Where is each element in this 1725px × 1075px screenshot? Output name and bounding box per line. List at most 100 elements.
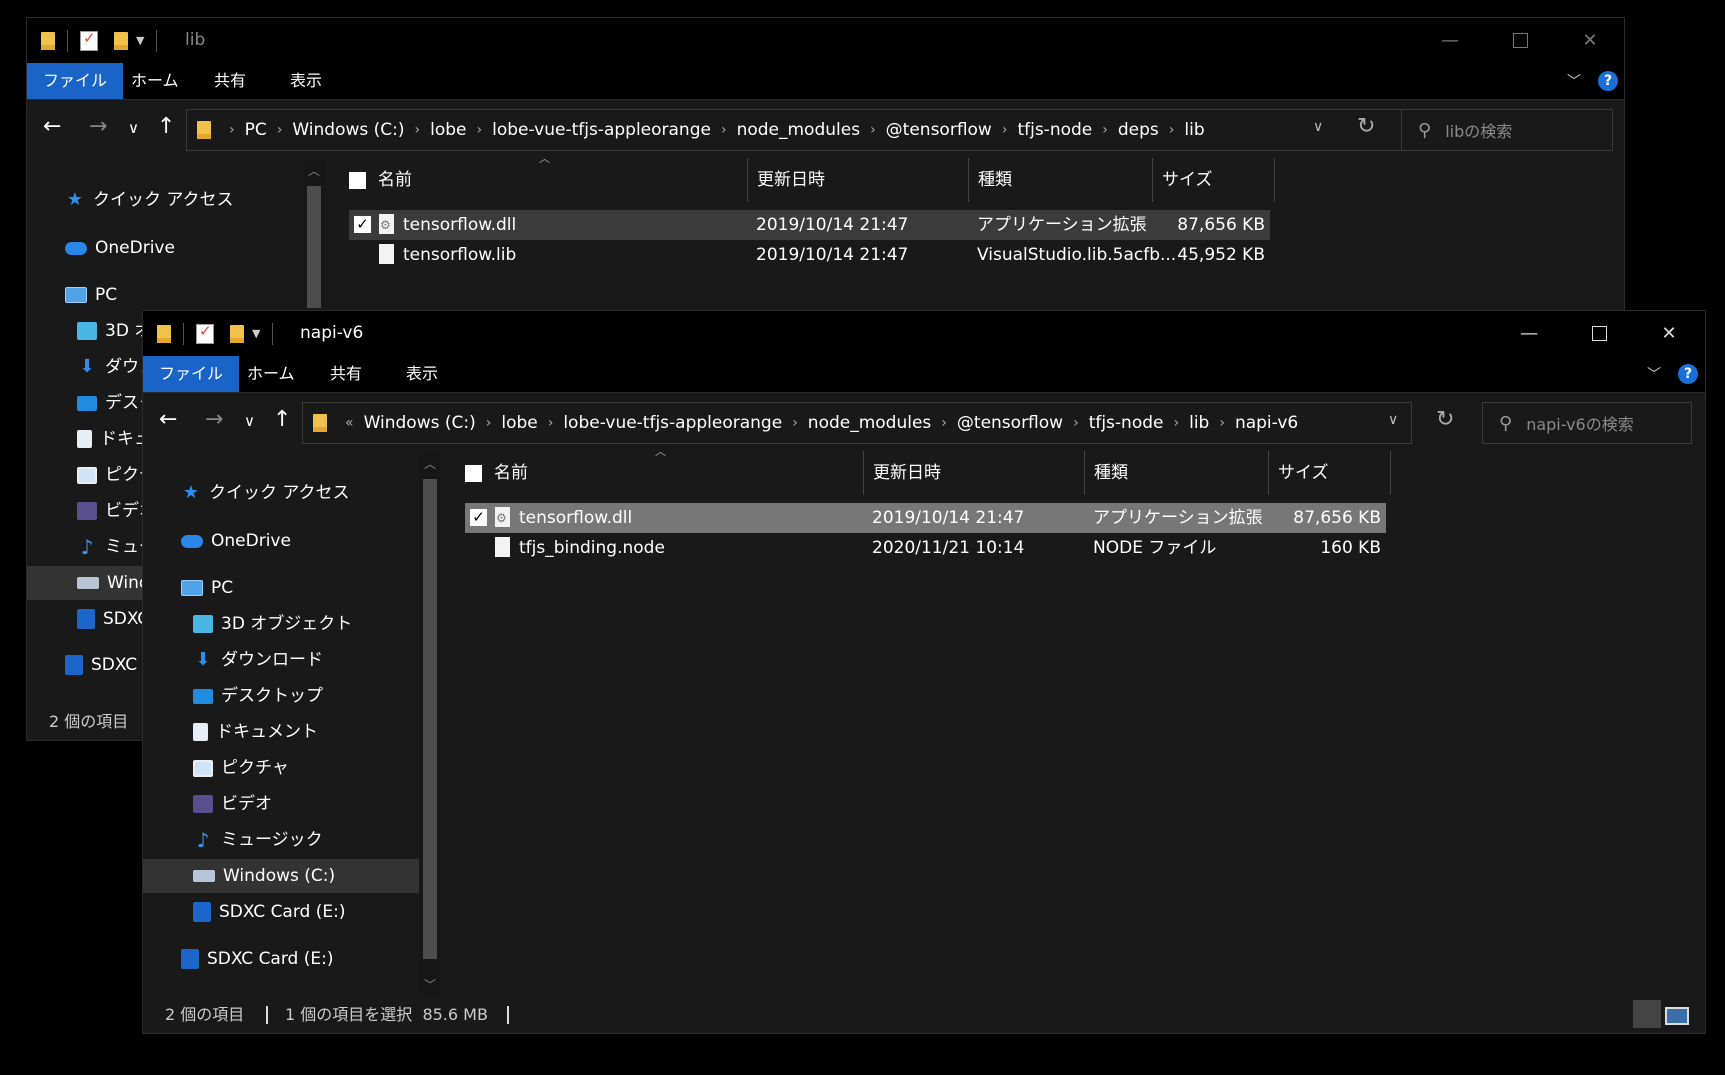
address-dropdown-icon[interactable]: ∨ xyxy=(1313,119,1323,135)
nav-item-pc[interactable]: PC xyxy=(65,278,117,312)
scroll-down-icon[interactable]: ﹀ xyxy=(419,976,441,993)
forward-arrow-icon[interactable]: → xyxy=(205,407,223,432)
column-header-size[interactable]: サイズ xyxy=(1162,158,1213,202)
help-icon[interactable]: ? xyxy=(1598,71,1618,91)
nav-item-sdxc-card[interactable]: SDXC xyxy=(77,602,149,636)
tab-home[interactable]: ホーム xyxy=(115,63,195,99)
tab-share[interactable]: 共有 xyxy=(314,356,378,392)
ribbon-expand-icon[interactable]: ﹀ xyxy=(1567,71,1581,91)
breadcrumb-item[interactable]: lib xyxy=(1189,413,1209,433)
tab-share[interactable]: 共有 xyxy=(198,63,262,99)
file-row[interactable]: ✓ tensorflow.dll 2019/10/14 21:47 アプリケーシ… xyxy=(349,210,1270,240)
nav-item-sdxc-card-root[interactable]: SDXC Card (E:) xyxy=(181,942,333,976)
nav-item-pc[interactable]: PC xyxy=(181,571,233,605)
address-bar[interactable]: › PC › Windows (C:) › lobe › lobe-vue-tfjs-… xyxy=(186,109,1415,151)
breadcrumb-item[interactable]: napi-v6 xyxy=(1235,413,1298,433)
nav-item-onedrive[interactable]: OneDrive xyxy=(65,231,175,265)
file-row[interactable]: tensorflow.lib 2019/10/14 21:47 VisualSt… xyxy=(349,240,1270,270)
search-box[interactable]: ⚲ napi-v6の検索 xyxy=(1482,402,1692,444)
nav-item-desktop[interactable]: デスクトップ xyxy=(193,679,323,713)
refresh-icon[interactable]: ↻ xyxy=(1436,407,1454,432)
file-row[interactable]: tfjs_binding.node 2020/11/21 10:14 NODE … xyxy=(465,533,1386,563)
nav-item-windows-drive[interactable]: Windows (C:) xyxy=(143,859,419,893)
details-view-icon[interactable] xyxy=(1633,1000,1661,1028)
tab-view[interactable]: 表示 xyxy=(390,356,454,392)
close-button[interactable]: ✕ xyxy=(1634,311,1704,356)
address-dropdown-icon[interactable]: ∨ xyxy=(1388,412,1398,428)
column-header-size[interactable]: サイズ xyxy=(1278,451,1329,495)
breadcrumb-item[interactable]: deps xyxy=(1118,120,1159,140)
select-all-checkbox[interactable] xyxy=(349,172,366,189)
recent-locations-icon[interactable]: ∨ xyxy=(244,412,255,430)
customize-toolbar-icon[interactable]: ▼ xyxy=(252,327,260,340)
scrollbar-thumb[interactable] xyxy=(307,186,321,308)
refresh-icon[interactable]: ↻ xyxy=(1357,114,1375,139)
nav-item-documents[interactable]: ドキュ xyxy=(77,422,151,456)
breadcrumb-item[interactable]: lobe xyxy=(501,413,537,433)
breadcrumb-item[interactable]: tfjs-node xyxy=(1089,413,1164,433)
properties-icon[interactable] xyxy=(80,29,98,51)
breadcrumb-item[interactable]: node_modules xyxy=(737,120,861,140)
breadcrumb-item[interactable]: Windows (C:) xyxy=(292,120,404,140)
nav-item-3d-objects[interactable]: 3D オブジェクト xyxy=(193,607,352,641)
back-arrow-icon[interactable]: ← xyxy=(43,114,61,139)
breadcrumb-item[interactable]: lobe xyxy=(430,120,466,140)
nav-item-documents[interactable]: ドキュメント xyxy=(193,715,318,749)
breadcrumb-item[interactable]: PC xyxy=(245,120,267,140)
ribbon-expand-icon[interactable]: ﹀ xyxy=(1647,364,1661,384)
column-header-date[interactable]: 更新日時 xyxy=(757,158,825,202)
column-header-type[interactable]: 種類 xyxy=(978,158,1012,202)
row-checkbox[interactable]: ✓ xyxy=(354,216,371,233)
scroll-up-icon[interactable]: ︿ xyxy=(303,162,325,179)
properties-icon[interactable] xyxy=(196,322,214,344)
nav-item-pictures[interactable]: ピクチャ xyxy=(193,751,289,785)
breadcrumb-item[interactable]: @tensorflow xyxy=(886,120,992,140)
nav-item-quick-access[interactable]: ★ クイック アクセス xyxy=(65,183,234,217)
back-arrow-icon[interactable]: ← xyxy=(159,407,177,432)
tab-file[interactable]: ファイル xyxy=(143,356,240,392)
breadcrumb-item[interactable]: lobe-vue-tfjs-appleorange xyxy=(563,413,782,433)
breadcrumb-item[interactable]: node_modules xyxy=(808,413,932,433)
column-header-date[interactable]: 更新日時 xyxy=(873,451,941,495)
minimize-button[interactable]: — xyxy=(1494,311,1564,356)
tab-file[interactable]: ファイル xyxy=(27,63,124,99)
column-header-type[interactable]: 種類 xyxy=(1094,451,1128,495)
maximize-button[interactable] xyxy=(1485,18,1555,63)
select-all-checkbox[interactable] xyxy=(465,465,482,482)
up-arrow-icon[interactable]: ↑ xyxy=(157,114,175,139)
breadcrumb-item[interactable]: lib xyxy=(1184,120,1204,140)
large-icons-view-icon[interactable] xyxy=(1665,1007,1689,1025)
tab-home[interactable]: ホーム xyxy=(231,356,311,392)
scroll-up-icon[interactable]: ︿ xyxy=(419,455,441,472)
tab-view[interactable]: 表示 xyxy=(274,63,338,99)
nav-item-onedrive[interactable]: OneDrive xyxy=(181,524,291,558)
nav-scrollbar[interactable]: ︿ xyxy=(303,158,325,308)
row-checkbox[interactable]: ✓ xyxy=(470,509,487,526)
nav-scrollbar[interactable]: ︿ ﹀ xyxy=(419,451,441,997)
up-arrow-icon[interactable]: ↑ xyxy=(273,407,291,432)
recent-locations-icon[interactable]: ∨ xyxy=(128,119,139,137)
column-header-name[interactable]: 名前 xyxy=(494,451,528,495)
breadcrumb-item[interactable]: tfjs-node xyxy=(1017,120,1092,140)
file-row[interactable]: ✓ tensorflow.dll 2019/10/14 21:47 アプリケーシ… xyxy=(465,503,1386,533)
nav-item-quick-access[interactable]: ★ クイック アクセス xyxy=(181,476,350,510)
help-icon[interactable]: ? xyxy=(1678,364,1698,384)
minimize-button[interactable]: — xyxy=(1415,18,1485,63)
breadcrumb-item[interactable]: Windows (C:) xyxy=(364,413,476,433)
nav-item-music[interactable]: ♪ ミュージック xyxy=(193,823,323,857)
breadcrumb-item[interactable]: lobe-vue-tfjs-appleorange xyxy=(492,120,711,140)
close-button[interactable]: ✕ xyxy=(1555,18,1624,63)
column-header-name[interactable]: 名前 xyxy=(378,158,412,202)
nav-item-sdxc-card-root[interactable]: SDXC xyxy=(65,648,137,682)
nav-item-downloads[interactable]: ⬇ ダウンロード xyxy=(193,643,323,677)
new-folder-icon[interactable] xyxy=(114,31,128,50)
maximize-button[interactable] xyxy=(1564,311,1634,356)
nav-item-videos[interactable]: ビデオ xyxy=(193,787,272,821)
scrollbar-thumb[interactable] xyxy=(423,479,437,959)
breadcrumb-item[interactable]: @tensorflow xyxy=(957,413,1063,433)
address-bar[interactable]: « Windows (C:) › lobe › lobe-vue-tfjs-appl… xyxy=(302,402,1412,444)
nav-item-3d-objects[interactable]: 3D オ xyxy=(77,314,151,348)
nav-item-sdxc-card[interactable]: SDXC Card (E:) xyxy=(193,895,345,929)
forward-arrow-icon[interactable]: → xyxy=(89,114,107,139)
customize-toolbar-icon[interactable]: ▼ xyxy=(136,34,144,47)
